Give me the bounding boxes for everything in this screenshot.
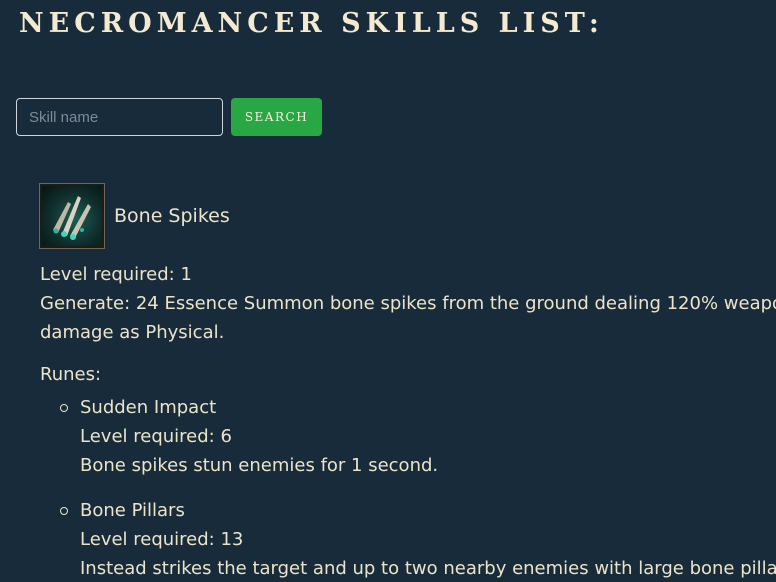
skill-name-input[interactable] xyxy=(16,98,223,136)
bullet-circle-icon xyxy=(60,404,68,412)
skill-description-line-1: Generate: 24 Essence Summon bone spikes … xyxy=(40,293,776,314)
list-item: Bone Pillars Level required: 13 Instead … xyxy=(60,496,776,582)
rune-description: Instead strikes the target and up to two… xyxy=(80,558,776,579)
skill-name: Bone Spikes xyxy=(114,205,230,227)
page-title: Necromancer Skills List: xyxy=(19,8,604,39)
skill-description-line-2: damage as Physical. xyxy=(40,322,225,343)
list-item: Sudden Impact Level required: 6 Bone spi… xyxy=(60,393,776,480)
rune-name: Bone Pillars xyxy=(80,500,185,521)
skill-level-required: Level required: 1 xyxy=(40,264,192,285)
skill-header: Bone Spikes xyxy=(39,183,776,249)
runes-heading: Runes: xyxy=(40,364,102,385)
rune-description: Bone spikes stun enemies for 1 second. xyxy=(80,455,439,476)
bone-spikes-icon xyxy=(39,183,105,249)
rune-name: Sudden Impact xyxy=(80,397,217,418)
skill-card: Bone Spikes Level required: 1 Generate: … xyxy=(39,183,776,582)
search-bar: Search xyxy=(16,98,322,136)
rune-level-required: Level required: 6 xyxy=(80,426,232,447)
search-button[interactable]: Search xyxy=(231,98,322,136)
bullet-circle-icon xyxy=(60,507,68,515)
rune-level-required: Level required: 13 xyxy=(80,529,244,550)
rune-list: Sudden Impact Level required: 6 Bone spi… xyxy=(40,393,776,582)
